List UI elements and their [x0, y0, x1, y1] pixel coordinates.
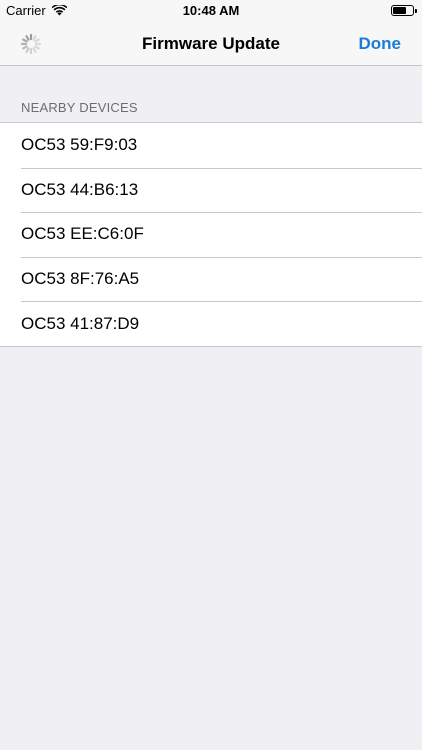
battery-level — [393, 7, 406, 14]
battery-icon — [391, 5, 417, 16]
battery-tip — [415, 9, 417, 13]
navigation-bar: Firmware Update Done — [0, 22, 422, 66]
device-row[interactable]: OC53 EE:C6:0F — [0, 212, 422, 257]
status-bar: Carrier 10:48 AM — [0, 0, 422, 22]
device-row[interactable]: OC53 59:F9:03 — [0, 123, 422, 168]
device-label: OC53 59:F9:03 — [21, 135, 138, 155]
device-row[interactable]: OC53 41:87:D9 — [0, 301, 422, 346]
device-label: OC53 EE:C6:0F — [21, 224, 144, 244]
status-time: 10:48 AM — [182, 3, 240, 18]
done-button[interactable]: Done — [359, 34, 402, 54]
device-label: OC53 44:B6:13 — [21, 179, 139, 199]
screen: Carrier 10:48 AM Firmware Update Done NE… — [0, 0, 422, 750]
device-list: OC53 59:F9:03 OC53 44:B6:13 OC53 EE:C6:0… — [0, 122, 422, 347]
device-row[interactable]: OC53 44:B6:13 — [0, 167, 422, 213]
section-header-nearby-devices: NEARBY DEVICES — [21, 100, 138, 115]
device-row[interactable]: OC53 8F:76:A5 — [0, 256, 422, 302]
device-label: OC53 8F:76:A5 — [21, 269, 140, 289]
device-label: OC53 41:87:D9 — [21, 313, 140, 333]
